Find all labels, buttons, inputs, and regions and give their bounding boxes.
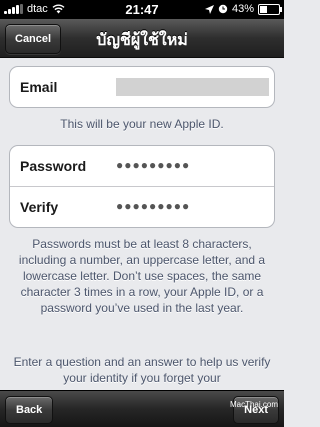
battery-percent: 43% xyxy=(231,3,254,15)
password-label: Password xyxy=(20,158,87,174)
apple-id-note: This will be your new Apple ID. xyxy=(60,117,224,131)
back-button[interactable]: Back xyxy=(5,396,54,424)
password-group: Password ●●●●●●●●● Verify ●●●●●●●●● xyxy=(9,145,275,228)
status-bar: dtac 21:47 43% xyxy=(0,0,284,19)
email-row[interactable]: Email xyxy=(10,67,274,107)
verify-label: Verify xyxy=(20,199,59,215)
battery-level-fill xyxy=(260,5,267,13)
location-arrow-icon xyxy=(204,4,214,14)
password-rules-text: Passwords must be at least 8 characters,… xyxy=(18,237,266,315)
page-title: บัญชีผู้ใช้ใหม่ xyxy=(96,30,188,49)
form-content[interactable]: Email This will be your new Apple ID. Pa… xyxy=(0,58,284,390)
cancel-button[interactable]: Cancel xyxy=(5,24,62,54)
email-group: Email xyxy=(9,66,275,108)
password-row[interactable]: Password ●●●●●●●●● xyxy=(10,146,274,186)
battery-icon xyxy=(258,3,282,15)
security-question-note: Enter a question and an answer to help u… xyxy=(13,355,271,385)
watermark: MacThai.com xyxy=(229,400,278,409)
email-label: Email xyxy=(20,79,58,95)
alarm-clock-icon xyxy=(218,4,228,14)
navigation-bar: Cancel บัญชีผู้ใช้ใหม่ xyxy=(0,19,284,58)
verify-row[interactable]: Verify ●●●●●●●●● xyxy=(10,186,274,227)
password-field[interactable]: ●●●●●●●●● xyxy=(116,158,190,172)
status-right: 43% xyxy=(204,3,282,15)
email-field[interactable] xyxy=(116,78,269,96)
verify-field[interactable]: ●●●●●●●●● xyxy=(116,199,190,213)
